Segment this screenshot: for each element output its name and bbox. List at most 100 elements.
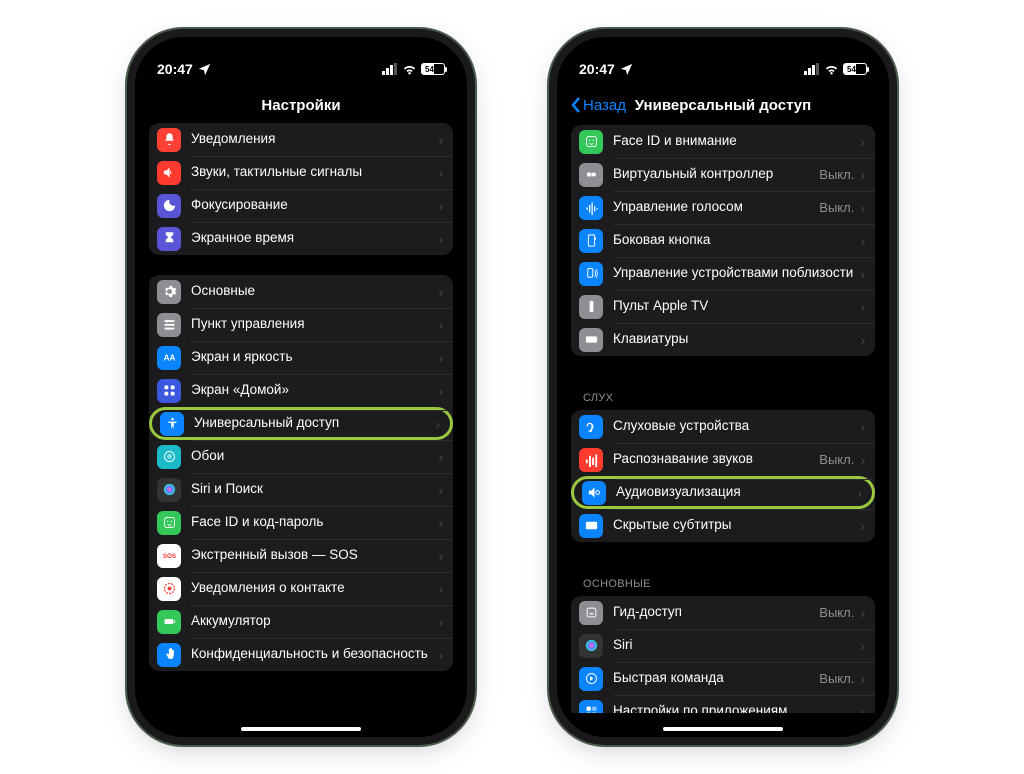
battery-icon: 54: [843, 63, 867, 75]
row-grid[interactable]: Экран «Домой»›: [149, 374, 453, 407]
guided-icon: [579, 601, 603, 625]
row-label: Аудиовизуализация: [616, 485, 857, 500]
hourglass-icon: [157, 227, 181, 251]
wifi-icon: [402, 62, 417, 77]
wall-icon: [157, 445, 181, 469]
status-time: 20:47: [579, 61, 615, 77]
remote-icon: [579, 295, 603, 319]
row-value: Выкл.: [819, 605, 854, 620]
chevron-right-icon: ›: [438, 548, 443, 564]
row-label: Боковая кнопка: [613, 233, 860, 248]
row-label: Конфиденциальность и безопасность: [191, 647, 438, 662]
row-label: Управление голосом: [613, 200, 819, 215]
row-label: Аккумулятор: [191, 614, 438, 629]
home-indicator[interactable]: [663, 727, 783, 731]
access-icon: [160, 412, 184, 436]
row-value: Выкл.: [819, 671, 854, 686]
chevron-right-icon: ›: [860, 671, 865, 687]
row-siri[interactable]: Siri›: [571, 629, 875, 662]
row-label: Siri и Поиск: [191, 482, 438, 497]
row-label: Гид-доступ: [613, 605, 819, 620]
status-time: 20:47: [157, 61, 193, 77]
speaker-icon: [157, 161, 181, 185]
chevron-right-icon: ›: [438, 231, 443, 247]
row-switch[interactable]: Виртуальный контроллерВыкл.›: [571, 158, 875, 191]
back-button[interactable]: Назад: [571, 96, 626, 114]
row-hand[interactable]: Конфиденциальность и безопасность›: [149, 638, 453, 671]
row-sos[interactable]: SOSЭкстренный вызов — SOS›: [149, 539, 453, 572]
chevron-right-icon: ›: [438, 132, 443, 148]
row-hourglass[interactable]: Экранное время›: [149, 222, 453, 255]
chevron-right-icon: ›: [860, 332, 865, 348]
group-general: Гид-доступВыкл.›Siri›Быстрая командаВыкл…: [571, 596, 875, 713]
row-sound[interactable]: Распознавание звуковВыкл.›: [571, 443, 875, 476]
signal-icon: [382, 63, 398, 75]
back-label: Назад: [583, 97, 626, 114]
group-hearing: Слуховые устройства›Распознавание звуков…: [571, 410, 875, 542]
page-title: Настройки: [261, 97, 340, 114]
chevron-right-icon: ›: [438, 515, 443, 531]
row-ear[interactable]: Слуховые устройства›: [571, 410, 875, 443]
row-label: Пункт управления: [191, 317, 438, 332]
notch: [231, 37, 371, 63]
row-shortcut[interactable]: Быстрая командаВыкл. ›: [571, 662, 875, 695]
scroll-right[interactable]: Face ID и внимание›Виртуальный контролле…: [571, 123, 875, 713]
group-2: Основные›Пункт управления›AAЭкран и ярко…: [149, 275, 453, 671]
av-icon: [582, 481, 606, 505]
siri-icon: [579, 634, 603, 658]
face-icon: [579, 130, 603, 154]
phone-right: 20:47 54 Назад Универсальный доступ Face…: [557, 37, 889, 737]
row-gear[interactable]: Основные›: [149, 275, 453, 308]
row-value: Выкл.: [819, 200, 854, 215]
scroll-left[interactable]: Уведомления›Звуки, тактильные сигналы›Фо…: [149, 123, 453, 713]
row-face[interactable]: Face ID и внимание›: [571, 125, 875, 158]
gear-icon: [157, 280, 181, 304]
row-exposure[interactable]: Уведомления о контакте›: [149, 572, 453, 605]
chevron-right-icon: ›: [438, 350, 443, 366]
row-remote[interactable]: Пульт Apple TV›: [571, 290, 875, 323]
row-guided[interactable]: Гид-доступВыкл.›: [571, 596, 875, 629]
row-label: Распознавание звуков: [613, 452, 819, 467]
row-label: Обои: [191, 449, 438, 464]
row-controls[interactable]: Пункт управления›: [149, 308, 453, 341]
row-perapp[interactable]: Настройки по приложениям›: [571, 695, 875, 713]
home-indicator[interactable]: [241, 727, 361, 731]
location-icon: [197, 62, 212, 77]
row-label: Управление устройствами поблизости: [613, 266, 860, 281]
page-title: Универсальный доступ: [635, 97, 811, 114]
signal-icon: [804, 63, 820, 75]
row-moon[interactable]: Фокусирование›: [149, 189, 453, 222]
perapp-icon: [579, 700, 603, 714]
row-label: Экстренный вызов — SOS: [191, 548, 438, 563]
row-label: Пульт Apple TV: [613, 299, 860, 314]
row-speaker[interactable]: Звуки, тактильные сигналы›: [149, 156, 453, 189]
row-access[interactable]: Универсальный доступ›: [149, 407, 453, 440]
row-label: Быстрая команда: [613, 671, 819, 686]
chevron-right-icon: ›: [860, 299, 865, 315]
row-nearby[interactable]: Управление устройствами поблизости›: [571, 257, 875, 290]
exposure-icon: [157, 577, 181, 601]
face-icon: [157, 511, 181, 535]
row-cc[interactable]: Скрытые субтитры›: [571, 509, 875, 542]
row-label: Siri: [613, 638, 860, 653]
chevron-right-icon: ›: [438, 647, 443, 663]
row-face[interactable]: Face ID и код-пароль›: [149, 506, 453, 539]
row-label: Клавиатуры: [613, 332, 860, 347]
hand-icon: [157, 643, 181, 667]
row-label: Фокусирование: [191, 198, 438, 213]
side-icon: [579, 229, 603, 253]
row-battery[interactable]: Аккумулятор›: [149, 605, 453, 638]
row-aa[interactable]: AAЭкран и яркость›: [149, 341, 453, 374]
chevron-right-icon: ›: [438, 165, 443, 181]
row-label: Слуховые устройства: [613, 419, 860, 434]
chevron-right-icon: ›: [438, 317, 443, 333]
row-siri[interactable]: Siri и Поиск›: [149, 473, 453, 506]
row-av[interactable]: Аудиовизуализация›: [571, 476, 875, 509]
row-voice[interactable]: Управление голосомВыкл.›: [571, 191, 875, 224]
row-bell[interactable]: Уведомления›: [149, 123, 453, 156]
row-label: Звуки, тактильные сигналы: [191, 165, 438, 180]
row-keyboard[interactable]: Клавиатуры›: [571, 323, 875, 356]
row-label: Универсальный доступ: [194, 416, 435, 431]
row-wall[interactable]: Обои›: [149, 440, 453, 473]
row-side[interactable]: Боковая кнопка›: [571, 224, 875, 257]
